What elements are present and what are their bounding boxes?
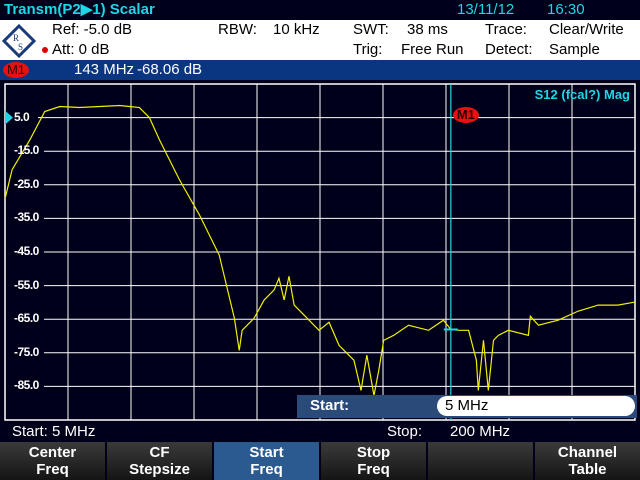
stop-label: Stop:: [387, 423, 423, 440]
rbw-label: RBW:: [218, 21, 257, 38]
plot-canvas: [4, 83, 636, 421]
softkey-label: Table: [568, 461, 607, 478]
rbw-value: 10 kHz: [273, 21, 320, 38]
softkey-label: Center: [28, 444, 77, 461]
softkey-label: Channel: [557, 444, 618, 461]
time: 16:30: [547, 1, 585, 18]
swt-label: SWT:: [353, 21, 389, 38]
trig-label: Trig:: [353, 41, 383, 58]
start-frequency-entry: Start: 5 MHz: [297, 395, 637, 418]
ref-level: Ref: -5.0 dB: [52, 21, 133, 38]
trace-value: Clear/Write: [549, 21, 624, 38]
trace-plot[interactable]: 5.0 -15.0 -25.0 -35.0 -45.0 -55.0 -65.0 -75.0 -8…: [0, 80, 640, 422]
marker-readout-bar: M1 143 MHz -68.06 dB: [0, 60, 640, 80]
ref-level-arrow-icon: [5, 110, 13, 125]
y-axis-tick-label: -85.0: [14, 378, 39, 393]
y-axis-tick-label: -15.0: [14, 143, 39, 158]
softkey-stop-freq[interactable]: Stop Freq: [321, 442, 426, 480]
stop-frequency: 200 MHz: [450, 423, 511, 440]
detect-value: Sample: [549, 41, 600, 58]
marker-badge[interactable]: M1: [3, 62, 29, 78]
attenuation: Att: 0 dB: [52, 41, 110, 58]
y-axis-tick-label: -65.0: [14, 311, 39, 326]
frequency-span-bar: Start: 5 MHz Stop: 200 MHz: [0, 422, 640, 442]
trace-label: Trace:: [485, 21, 527, 38]
y-axis-tick-label: -55.0: [14, 277, 39, 292]
softkey-label: CF: [149, 444, 170, 461]
detect-label: Detect:: [485, 41, 533, 58]
start-frequency-input[interactable]: 5 MHz: [437, 396, 635, 416]
rs-logo-icon: RS: [2, 24, 36, 58]
start-frequency: Start: 5 MHz: [12, 423, 96, 440]
y-axis-tick-label: -25.0: [14, 176, 39, 191]
y-axis-tick-label: -45.0: [14, 244, 39, 258]
trig-value: Free Run: [401, 41, 464, 58]
softkey-label: Start: [249, 444, 284, 461]
y-axis-tick-label: 5.0: [14, 109, 30, 124]
mode-title: Transm(P2▶1) Scalar: [4, 1, 155, 18]
title-bar: Transm(P2▶1) Scalar 13/11/12 16:30: [0, 0, 640, 20]
marker-frequency: 143 MHz: [74, 61, 135, 78]
softkey-center-freq[interactable]: Center Freq: [0, 442, 105, 480]
y-axis-tick-label: -75.0: [14, 344, 39, 359]
softkey-empty[interactable]: [428, 442, 533, 480]
softkey-label: Freq: [250, 461, 283, 478]
svg-text:S: S: [18, 42, 23, 52]
date: 13/11/12: [457, 1, 515, 18]
softkey-bar: Center Freq CF Stepsize Start Freq Stop Freq…: [0, 442, 640, 480]
entry-label: Start:: [310, 397, 350, 414]
marker-value: -68.06 dB: [137, 61, 203, 78]
softkey-label: Stepsize: [129, 461, 190, 478]
softkey-channel-table[interactable]: Channel Table: [535, 442, 640, 480]
softkey-cf-stepsize[interactable]: CF Stepsize: [107, 442, 212, 480]
softkey-label: Stop: [356, 444, 391, 461]
marker-m1[interactable]: M1: [452, 107, 479, 123]
att-indicator-dot: [42, 47, 48, 53]
swt-value: 38 ms: [407, 21, 448, 38]
settings-panel: RS Ref: -5.0 dB Att: 0 dB RBW: 10 kHz SW…: [0, 20, 640, 60]
softkey-start-freq[interactable]: Start Freq: [214, 442, 319, 480]
softkey-label: Freq: [36, 461, 69, 478]
softkey-label: Freq: [357, 461, 390, 478]
y-axis-tick-label: -35.0: [14, 210, 39, 225]
measurement-label: S12 (fcal?) Mag: [534, 87, 630, 102]
